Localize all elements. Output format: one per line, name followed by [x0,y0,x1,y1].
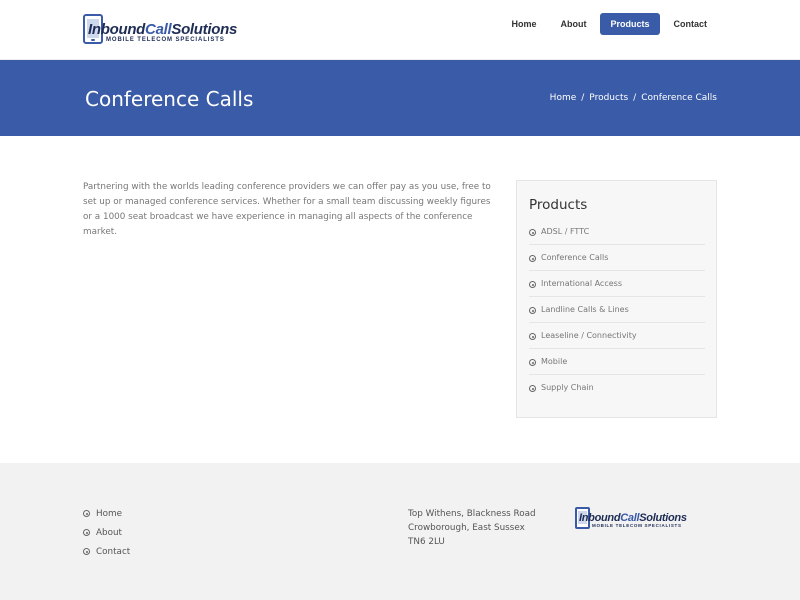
logo-wordmark: InboundCallSolutions [88,21,237,38]
sidebar-item-label: Conference Calls [541,253,609,262]
address-line-2: Crowborough, East Sussex [408,523,525,533]
footer-link-label: Contact [96,547,131,557]
circle-dot-icon [529,359,536,366]
sidebar-item-leaseline[interactable]: Leaseline / Connectivity [529,323,705,349]
logo-tagline: MOBILE TELECOM SPECIALISTS [592,523,682,528]
circle-dot-icon [529,385,536,392]
address-line-1: Top Withens, Blackness Road [408,509,536,519]
sidebar-item-label: Mobile [541,357,568,366]
products-list: ADSL / FTTC Conference Calls Internation… [529,219,705,401]
site-header: InboundCallSolutions MOBILE TELECOM SPEC… [0,0,800,60]
footer-link-contact[interactable]: Contact [83,545,130,564]
sidebar-item-supply-chain[interactable]: Supply Chain [529,375,705,401]
site-logo[interactable]: InboundCallSolutions MOBILE TELECOM SPEC… [83,14,237,46]
footer-link-about[interactable]: About [83,526,130,545]
nav-home[interactable]: Home [501,13,546,35]
footer-links: Home About Contact [83,507,130,564]
breadcrumb-current: Conference Calls [641,93,717,103]
sidebar-item-label: Leaseline / Connectivity [541,331,637,340]
breadcrumb-products[interactable]: Products [589,93,628,103]
footer-logo[interactable]: InboundCallSolutions MOBILE TELECOM SPEC… [575,507,687,531]
sidebar-item-international-access[interactable]: International Access [529,271,705,297]
sidebar-item-label: ADSL / FTTC [541,227,590,236]
circle-dot-icon [83,529,90,536]
circle-dot-icon [529,307,536,314]
sidebar-item-conference-calls[interactable]: Conference Calls [529,245,705,271]
circle-dot-icon [83,548,90,555]
sidebar-item-label: Landline Calls & Lines [541,305,629,314]
nav-products[interactable]: Products [600,13,660,35]
sidebar-title: Products [529,197,588,213]
sidebar-item-mobile[interactable]: Mobile [529,349,705,375]
footer-link-label: Home [96,509,122,519]
breadcrumb: Home / Products / Conference Calls [550,93,717,103]
sidebar-item-label: Supply Chain [541,383,594,392]
footer-address: Top Withens, Blackness Road Crowborough,… [408,507,536,549]
site-footer: Home About Contact Top Withens, Blacknes… [0,463,800,600]
breadcrumb-separator: / [581,93,585,103]
circle-dot-icon [529,281,536,288]
logo-tagline: MOBILE TELECOM SPECIALISTS [106,37,225,43]
main-nav: Home About Products Contact [501,13,717,35]
footer-link-label: About [96,528,123,538]
circle-dot-icon [529,229,536,236]
intro-paragraph: Partnering with the worlds leading confe… [83,182,491,237]
nav-about[interactable]: About [550,13,596,35]
sidebar-item-landline[interactable]: Landline Calls & Lines [529,297,705,323]
page-title: Conference Calls [85,87,254,111]
circle-dot-icon [83,510,90,517]
breadcrumb-separator: / [633,93,637,103]
page-banner: Conference Calls Home / Products / Conferenc… [0,60,800,136]
nav-contact[interactable]: Contact [664,13,718,35]
breadcrumb-home[interactable]: Home [550,93,577,103]
sidebar-item-adsl[interactable]: ADSL / FTTC [529,219,705,245]
circle-dot-icon [529,333,536,340]
footer-link-home[interactable]: Home [83,507,130,526]
address-postcode: TN6 2LU [408,537,445,547]
circle-dot-icon [529,255,536,262]
products-sidebar: Products ADSL / FTTC Conference Calls In… [516,180,717,418]
sidebar-item-label: International Access [541,279,622,288]
